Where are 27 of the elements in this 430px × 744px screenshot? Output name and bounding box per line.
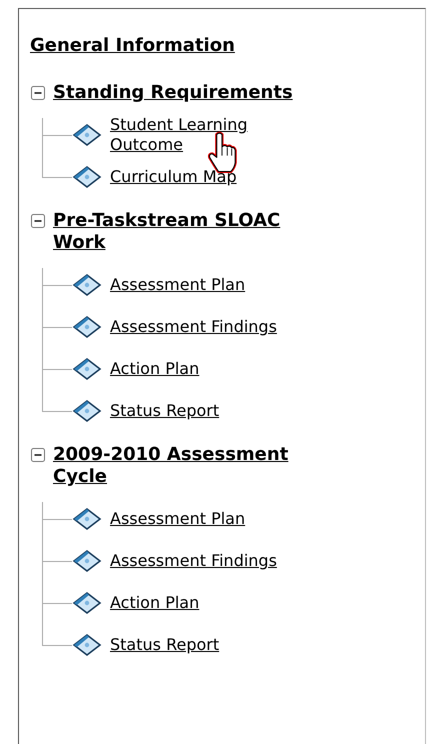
general-information-link[interactable]: General Information xyxy=(30,35,235,56)
diamond-icon xyxy=(72,549,102,573)
page-link[interactable]: Action Plan xyxy=(110,359,200,379)
diamond-icon xyxy=(72,633,102,657)
diamond-icon xyxy=(72,357,102,381)
section-link[interactable]: Pre-Taskstream SLOAC Work xyxy=(53,210,313,254)
page-link[interactable]: Action Plan xyxy=(110,593,200,613)
diamond-icon xyxy=(72,507,102,531)
diamond-icon xyxy=(72,165,102,189)
diamond-icon xyxy=(72,591,102,615)
diamond-icon xyxy=(72,273,102,297)
page-link[interactable]: Status Report xyxy=(110,401,220,421)
collapse-toggle-icon[interactable] xyxy=(31,86,45,100)
diamond-icon xyxy=(72,399,102,423)
page-link[interactable]: Assessment Findings xyxy=(110,317,277,337)
section-link[interactable]: 2009-2010 Assessment Cycle xyxy=(53,444,313,488)
page-link[interactable]: Assessment Plan xyxy=(110,509,246,529)
diamond-icon xyxy=(72,123,102,147)
page-link[interactable]: Curriculum Map xyxy=(110,167,237,187)
diamond-icon xyxy=(72,315,102,339)
page-link[interactable]: Status Report xyxy=(110,635,220,655)
section-link[interactable]: Standing Requirements xyxy=(53,82,293,104)
page-link[interactable]: Assessment Plan xyxy=(110,275,246,295)
page-link[interactable]: Assessment Findings xyxy=(110,551,277,571)
page-link[interactable]: Student Learning Outcome xyxy=(110,115,300,155)
collapse-toggle-icon[interactable] xyxy=(31,214,45,228)
collapse-toggle-icon[interactable] xyxy=(31,448,45,462)
